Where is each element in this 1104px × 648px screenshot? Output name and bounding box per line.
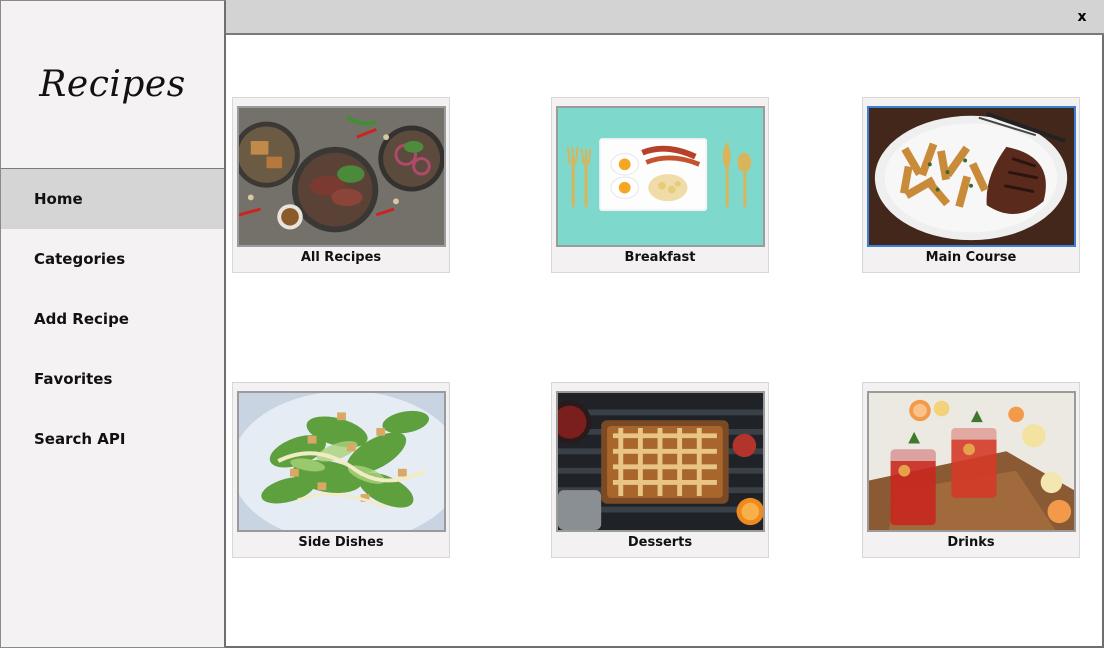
breakfast-image [556, 106, 765, 247]
sidebar-item-categories[interactable]: Categories [1, 229, 224, 289]
sidebar-item-label: Favorites [34, 370, 113, 388]
pie-image [556, 391, 765, 532]
platter-image [237, 106, 446, 247]
salad-image [237, 391, 446, 532]
sidebar-item-add-recipe[interactable]: Add Recipe [1, 289, 224, 349]
sidebar-item-label: Home [34, 190, 83, 208]
sidebar-item-favorites[interactable]: Favorites [1, 349, 224, 409]
category-label: Breakfast [624, 250, 696, 265]
sidebar-item-label: Add Recipe [34, 310, 129, 328]
category-label: Drinks [947, 535, 995, 550]
sidebar-nav: Home Categories Add Recipe Favorites Sea… [1, 169, 224, 469]
category-card-breakfast[interactable]: Breakfast [551, 97, 769, 273]
app-title: Recipes [39, 64, 186, 105]
category-label: Side Dishes [298, 535, 384, 550]
sidebar-item-search-api[interactable]: Search API [1, 409, 224, 469]
category-card-main-course[interactable]: Main Course [862, 97, 1080, 273]
steak-fries-image [867, 106, 1076, 247]
category-card-drinks[interactable]: Drinks [862, 382, 1080, 558]
category-label: Main Course [925, 250, 1017, 265]
close-button[interactable]: x [1074, 7, 1090, 27]
drinks-image [867, 391, 1076, 532]
brand-header: Recipes [1, 1, 224, 169]
sidebar: Recipes Home Categories Add Recipe Favor… [0, 0, 226, 648]
category-card-side-dishes[interactable]: Side Dishes [232, 382, 450, 558]
sidebar-item-label: Categories [34, 250, 126, 268]
sidebar-item-home[interactable]: Home [1, 169, 224, 229]
category-card-all-recipes[interactable]: All Recipes [232, 97, 450, 273]
category-label: Desserts [627, 535, 693, 550]
category-label: All Recipes [300, 250, 382, 265]
title-bar: x [226, 0, 1104, 35]
sidebar-item-label: Search API [34, 430, 126, 448]
category-card-desserts[interactable]: Desserts [551, 382, 769, 558]
category-grid: All Recipes Breakfast Main Course Side D… [226, 35, 1104, 648]
